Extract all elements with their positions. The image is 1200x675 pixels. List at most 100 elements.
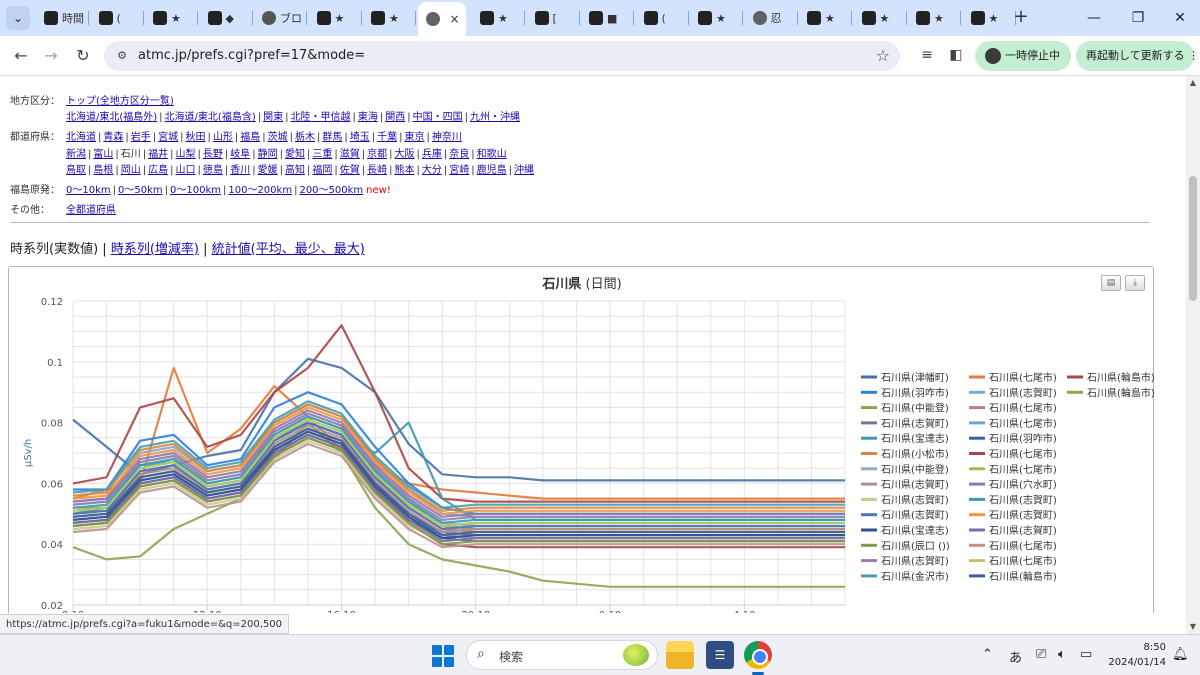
tab[interactable]: 忍 [745, 4, 798, 32]
pref-link[interactable]: 長野 [203, 149, 223, 160]
pref-link[interactable]: 京都 [367, 149, 387, 160]
minimize-icon[interactable]: — [1074, 6, 1114, 30]
tab[interactable]: ( [636, 4, 689, 32]
pref-link[interactable]: 栃木 [295, 132, 315, 143]
tab[interactable]: ■ [581, 4, 634, 32]
download-chart-icon[interactable]: ⤓ [1125, 275, 1145, 291]
ime-indicator[interactable]: あ [1009, 647, 1022, 666]
pref-link[interactable]: 福島 [240, 132, 260, 143]
pref-link[interactable]: 富山 [93, 149, 113, 160]
pref-link[interactable]: 茨城 [268, 132, 288, 143]
pref-link[interactable]: 千葉 [377, 132, 397, 143]
pref-link[interactable]: 高知 [285, 165, 305, 176]
pref-link[interactable]: 奈良 [449, 149, 469, 160]
pref-link[interactable]: 佐賀 [340, 165, 360, 176]
pref-link[interactable]: 兵庫 [422, 149, 442, 160]
tab[interactable]: ★ [690, 4, 743, 32]
close-window-icon[interactable]: ✕ [1160, 6, 1200, 30]
chrome-icon[interactable] [744, 641, 772, 669]
pref-link[interactable]: 和歌山 [477, 149, 507, 160]
pref-link[interactable]: 愛媛 [258, 165, 278, 176]
tab[interactable]: ( [91, 4, 144, 32]
page-scrollbar[interactable]: ▲ ▼ [1186, 76, 1200, 634]
fuku-link[interactable]: 0〜50km [118, 185, 163, 196]
region-link[interactable]: 北陸・甲信越 [290, 112, 350, 123]
tab-close-icon[interactable]: × [450, 12, 460, 26]
pref-link[interactable]: 静岡 [258, 149, 278, 160]
mode-link[interactable]: 時系列(増減率) [111, 242, 199, 257]
reading-list-icon[interactable]: ≡ [916, 44, 938, 66]
region-link[interactable]: 北海道/東北(福島外) [66, 112, 157, 123]
pref-link[interactable]: 山形 [213, 132, 233, 143]
back-arrow-icon[interactable]: ← [8, 43, 34, 69]
reload-icon[interactable]: ↻ [70, 43, 96, 69]
pref-link[interactable]: 宮崎 [449, 165, 469, 176]
pref-link[interactable]: 鳥取 [66, 165, 86, 176]
pref-link[interactable]: 鹿児島 [477, 165, 507, 176]
pref-link[interactable]: 香川 [230, 165, 250, 176]
site-info-icon[interactable]: ⚙ [114, 48, 130, 64]
restore-icon[interactable]: ❐ [1118, 6, 1158, 30]
new-tab-button[interactable]: + [1009, 6, 1033, 30]
battery-icon[interactable]: ▭ [1080, 647, 1092, 662]
tab[interactable]: ★ [363, 4, 416, 32]
pref-link[interactable]: 山梨 [176, 149, 196, 160]
side-panel-icon[interactable]: ◧ [945, 44, 967, 66]
pref-link[interactable]: 広島 [148, 165, 168, 176]
region-link[interactable]: 東海 [358, 112, 378, 123]
pref-link[interactable]: 愛知 [285, 149, 305, 160]
pref-link[interactable]: 埼玉 [350, 132, 370, 143]
pref-link[interactable]: 熊本 [395, 165, 415, 176]
taskbar-search[interactable]: ⌕ 検索 [466, 640, 658, 670]
pref-link[interactable]: 沖縄 [514, 165, 534, 176]
network-icon[interactable]: ⎚ [1036, 647, 1046, 662]
tab[interactable]: 時間 [36, 4, 89, 32]
tray-chevron-icon[interactable]: ⌃ [982, 647, 993, 662]
pref-link[interactable]: 宮城 [158, 132, 178, 143]
windows-start-icon[interactable] [432, 645, 454, 667]
address-bar[interactable]: ⚙ atmc.jp/prefs.cgi?pref=17&mode= ☆ [104, 41, 900, 71]
pref-link[interactable]: 神奈川 [432, 132, 462, 143]
pref-link[interactable]: 徳島 [203, 165, 223, 176]
volume-icon[interactable]: 🔈︎ [1058, 647, 1066, 662]
tab[interactable]: ★ [472, 4, 525, 32]
forward-arrow-icon[interactable]: → [38, 43, 64, 69]
tab[interactable]: ブロ [254, 4, 307, 32]
region-link[interactable]: 関西 [385, 112, 405, 123]
tab[interactable]: ★ [799, 4, 852, 32]
pref-link[interactable]: 岡山 [121, 165, 141, 176]
pref-link[interactable]: 福井 [148, 149, 168, 160]
fuku-link[interactable]: 200〜500km [299, 185, 363, 196]
tab-search-chevron-icon[interactable]: ⌄ [6, 6, 30, 30]
pref-link[interactable]: 島根 [93, 165, 113, 176]
tab[interactable]: ★ [854, 4, 907, 32]
pref-link[interactable]: 新潟 [66, 149, 86, 160]
pref-link[interactable]: 東京 [405, 132, 425, 143]
scroll-down-icon[interactable]: ▼ [1186, 620, 1200, 634]
fuku-link[interactable]: 0〜10km [66, 185, 111, 196]
pref-link[interactable]: 長崎 [367, 165, 387, 176]
pref-link[interactable]: 三重 [312, 149, 332, 160]
url-text[interactable]: atmc.jp/prefs.cgi?pref=17&mode= [138, 48, 365, 63]
paused-profile-button[interactable]: 一時停止中 [975, 41, 1071, 71]
bookmark-star-icon[interactable]: ☆ [876, 46, 890, 65]
pref-link[interactable]: 大分 [422, 165, 442, 176]
tab[interactable]: [ [527, 4, 580, 32]
restart-update-button[interactable]: 再起動して更新する ⋮ [1076, 41, 1199, 71]
region-link[interactable]: 九州・沖縄 [470, 112, 520, 123]
notepad-icon[interactable]: ☰ [706, 641, 734, 669]
pref-link[interactable]: 滋賀 [340, 149, 360, 160]
pref-link[interactable]: 山口 [176, 165, 196, 176]
pref-link[interactable]: 青森 [103, 132, 123, 143]
region-link[interactable]: 中国・四国 [413, 112, 463, 123]
tab[interactable]: ★ [908, 4, 961, 32]
clock[interactable]: 8:50 2024/01/14 [1106, 640, 1166, 670]
pref-link[interactable]: 福岡 [312, 165, 332, 176]
tab[interactable]: ◆ [200, 4, 253, 32]
pref-link[interactable]: 岩手 [131, 132, 151, 143]
pref-link[interactable]: 大阪 [395, 149, 415, 160]
tab-active[interactable]: × [417, 2, 466, 36]
region-link[interactable]: 北海道/東北(福島含) [165, 112, 256, 123]
pref-link[interactable]: 岐阜 [230, 149, 250, 160]
region-link[interactable]: 関東 [263, 112, 283, 123]
